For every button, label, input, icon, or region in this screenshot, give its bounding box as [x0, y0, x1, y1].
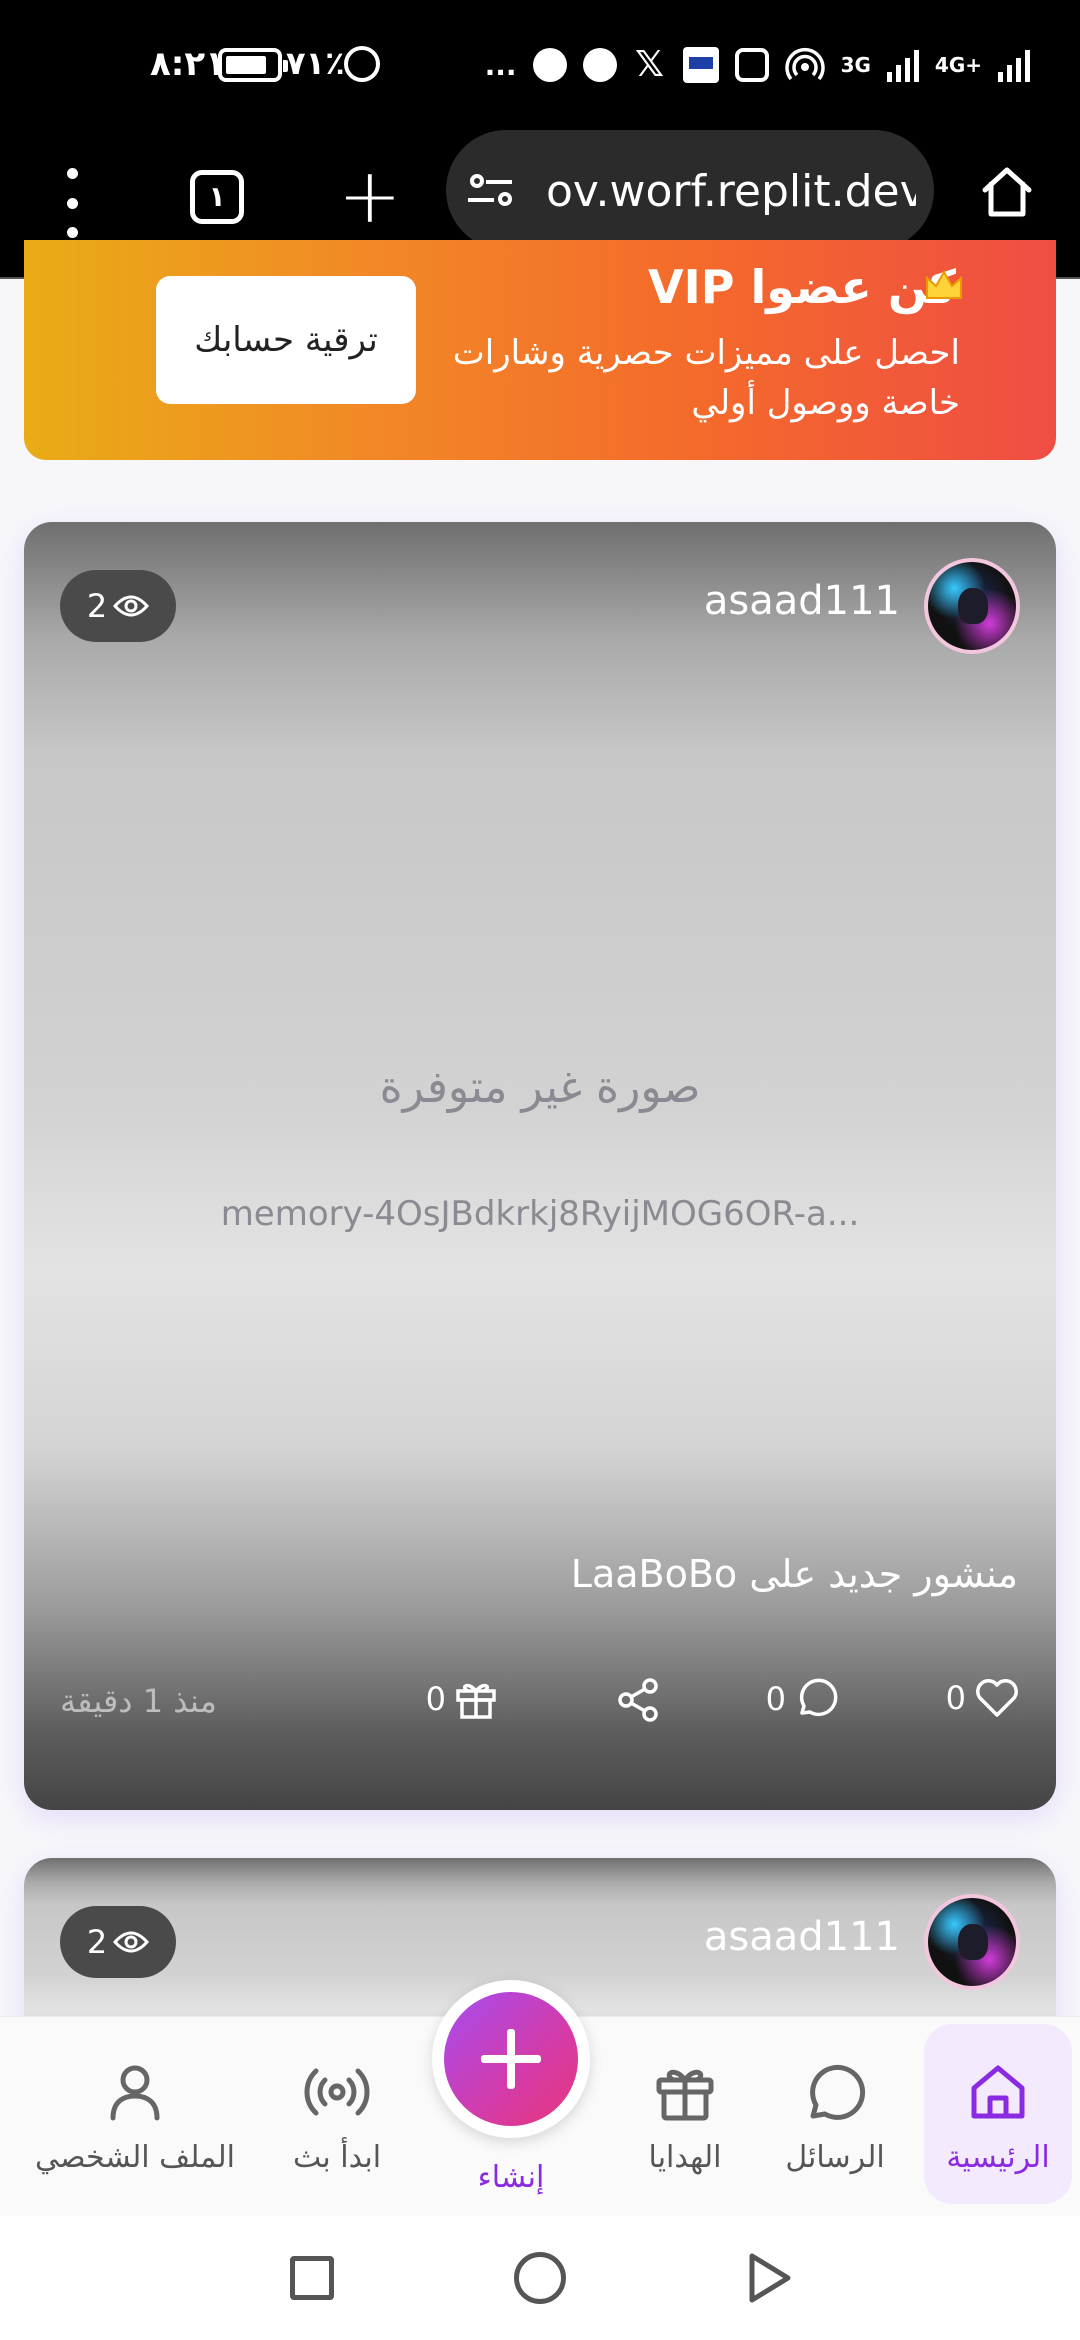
image-unavailable-text: صورة غير متوفرة [379, 1062, 701, 1113]
url-text[interactable]: ov.worf.replit.dev [546, 166, 916, 217]
post-username[interactable]: asaad111 [704, 578, 900, 624]
share-icon [618, 1678, 658, 1722]
home-icon[interactable] [980, 164, 1034, 220]
battery-percent: ٧١٪ [286, 44, 345, 82]
new-tab-icon[interactable]: + [338, 156, 402, 236]
network-label-3g: 3G [840, 53, 871, 77]
nav-messages-label: الرسائل [785, 2140, 885, 2175]
comment-button[interactable]: 0 [766, 1677, 838, 1721]
gift-icon [456, 1683, 496, 1719]
views-badge: 2 [60, 1906, 176, 1978]
avatar[interactable] [924, 558, 1020, 654]
crown-icon [926, 269, 962, 299]
nav-gifts-label: الهدايا [648, 2140, 722, 2175]
vip-banner: كن عضوا VIP احصل على مميزات حصرية وشارات… [24, 240, 1056, 460]
eye-icon [113, 595, 150, 617]
address-bar[interactable]: ov.worf.replit.dev [446, 130, 934, 250]
create-label: إنشاء [477, 2160, 545, 2195]
battery-icon [218, 48, 288, 82]
gift-icon [656, 2069, 714, 2121]
views-count: 2 [86, 587, 108, 625]
nav-go-live-label: ابدأ بث [292, 2140, 382, 2175]
status-icons: ... 𝕏 3G 4G+ [485, 40, 1030, 90]
like-button[interactable]: 0 [946, 1677, 1020, 1719]
nav-home[interactable]: الرئيسية [924, 2016, 1072, 2216]
news-app-icon [682, 47, 719, 83]
chat-icon [810, 2064, 866, 2120]
avatar[interactable] [924, 1894, 1020, 1990]
create-button[interactable] [432, 1980, 590, 2138]
comment-count: 0 [765, 1680, 786, 1718]
user-icon [110, 2065, 160, 2121]
home-icon [971, 2065, 1025, 2119]
post-caption: منشور جديد على LaaBoBo [570, 1552, 1018, 1596]
back-icon[interactable] [744, 2250, 794, 2306]
alarm-icon [344, 46, 380, 82]
nav-profile-label: الملف الشخصي [35, 2140, 235, 2175]
post-card[interactable]: asaad111 2 صورة غير متوفرة memory-4OsJBd… [24, 522, 1056, 1810]
status-bar: ٨:٢١ ٧١٪ ... 𝕏 3G 4G+ [0, 0, 1080, 130]
eye-icon [113, 1931, 150, 1953]
vip-title: كن عضوا VIP [648, 260, 956, 314]
broadcast-icon [304, 2068, 370, 2116]
share-button[interactable] [616, 1677, 660, 1723]
recent-apps-icon[interactable] [290, 2256, 334, 2300]
nav-gifts[interactable]: الهدايا [620, 2016, 750, 2216]
nav-home-label: الرئيسية [946, 2140, 1050, 2175]
like-count: 0 [945, 1679, 966, 1717]
signal-icon [886, 48, 919, 82]
vip-description: احصل على مميزات حصرية وشارات خاصة ووصول … [452, 333, 960, 423]
gift-button[interactable]: 0 [426, 1677, 498, 1721]
site-settings-icon[interactable] [468, 172, 518, 212]
comment-icon [799, 1678, 838, 1717]
instagram-icon [734, 48, 769, 82]
nav-messages[interactable]: الرسائل [770, 2016, 900, 2216]
tabs-icon[interactable]: ١ [190, 170, 244, 224]
views-count: 2 [86, 1923, 108, 1961]
post-time: منذ 1 دقيقة [60, 1682, 217, 1720]
gift-count: 0 [425, 1680, 446, 1718]
home-button-icon[interactable] [514, 2252, 566, 2304]
nav-profile[interactable]: الملف الشخصي [20, 2016, 250, 2216]
heart-icon [976, 1679, 1018, 1717]
status-time: ٨:٢١ [150, 44, 226, 84]
notification-icon [532, 48, 567, 82]
network-label-4g: 4G+ [934, 53, 982, 77]
facebook-icon [582, 48, 617, 82]
menu-icon[interactable] [52, 168, 92, 238]
hotspot-icon [784, 48, 825, 81]
image-filename: memory-4OsJBdkrkj8RyijMOG6OR-a... [220, 1194, 860, 1234]
views-badge: 2 [60, 570, 176, 642]
system-nav-bar [0, 2216, 1080, 2340]
more-indicator: ... [484, 48, 517, 82]
nav-go-live[interactable]: ابدأ بث [272, 2016, 402, 2216]
signal-icon-2 [998, 48, 1030, 82]
x-icon: 𝕏 [635, 44, 665, 85]
post-username[interactable]: asaad111 [704, 1914, 900, 1960]
upgrade-account-button[interactable]: ترقية حسابك [156, 276, 416, 404]
plus-icon [444, 1992, 578, 2126]
